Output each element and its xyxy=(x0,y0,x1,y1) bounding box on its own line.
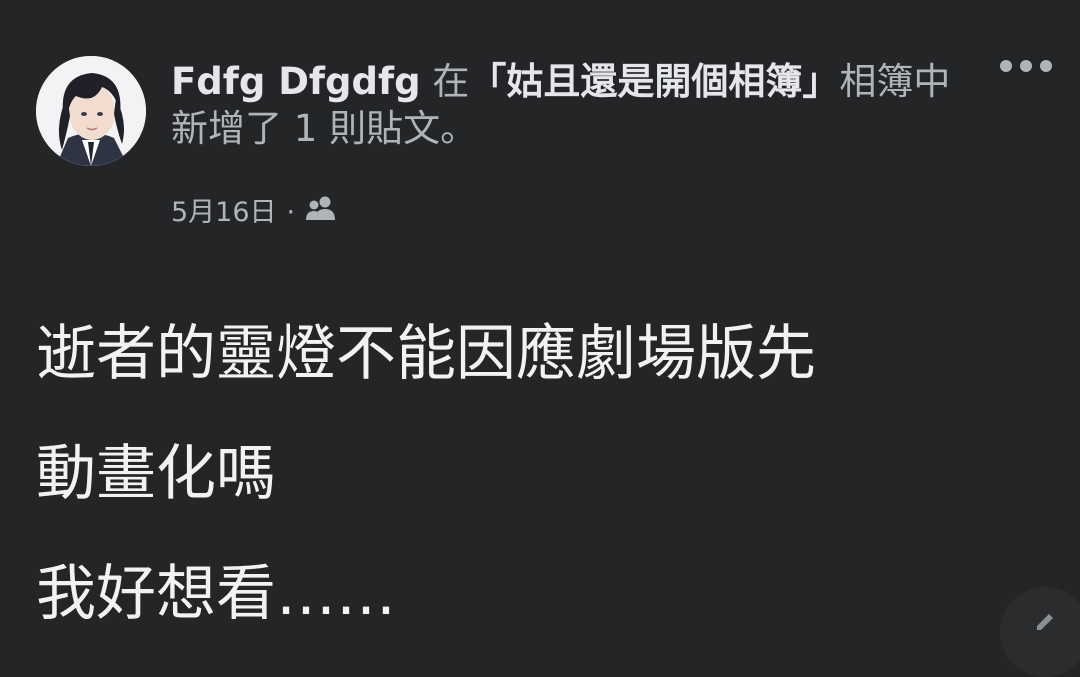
more-options-icon[interactable] xyxy=(1000,60,1052,72)
author-name[interactable]: Fdfg Dfgdfg xyxy=(171,60,421,103)
friends-icon[interactable] xyxy=(305,195,337,231)
post-text-line: 動畫化嗎 xyxy=(36,439,276,509)
action-prefix: 在 xyxy=(432,60,470,103)
post-text-line: 我好想看…… xyxy=(36,559,396,629)
author-avatar[interactable] xyxy=(36,56,146,166)
post-text-line: 逝者的靈燈不能因應劇場版先 xyxy=(36,319,816,389)
pencil-icon xyxy=(1037,614,1053,630)
meta-separator: · xyxy=(286,197,296,228)
post-meta: 5月16日 · xyxy=(171,195,337,231)
post-body: 逝者的靈燈不能因應劇場版先 動畫化嗎 我好想看…… xyxy=(36,294,1046,654)
album-link[interactable]: 「姑且還是開個相簿」 xyxy=(469,60,839,103)
post-header: Fdfg Dfgdfg 在「姑且還是開個相簿」相簿中新增了 1 則貼文。 xyxy=(171,58,951,152)
post-date[interactable]: 5月16日 xyxy=(171,195,277,231)
edit-button[interactable] xyxy=(1000,587,1080,677)
